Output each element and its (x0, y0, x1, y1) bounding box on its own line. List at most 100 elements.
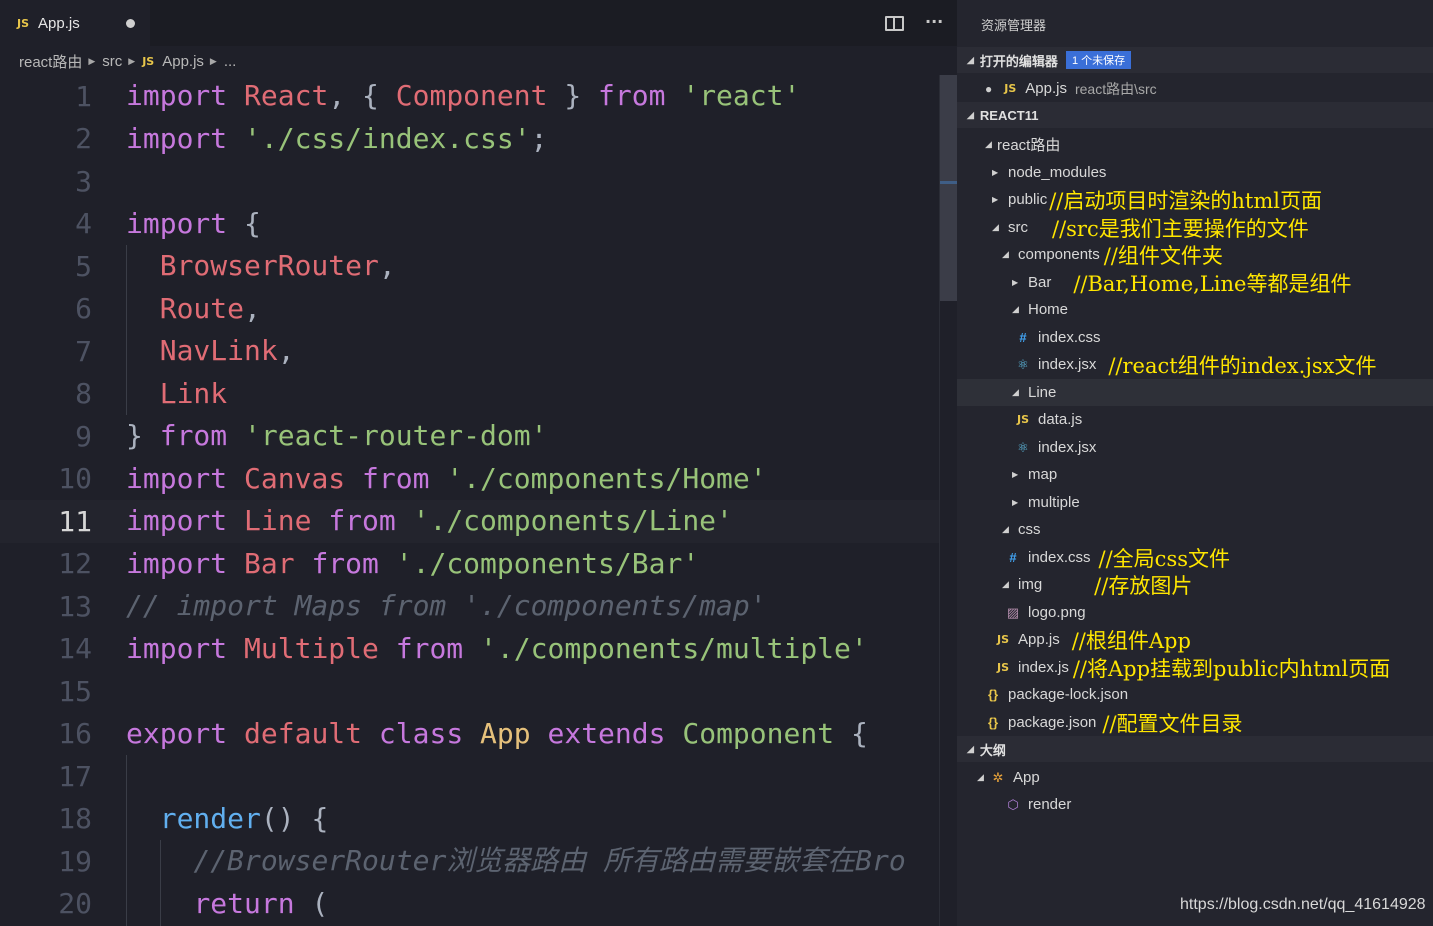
annotation-text: //组件文件夹 (1103, 243, 1223, 268)
tree-file-index-js[interactable]: JS index.js //将App挂载到public内html页面 (957, 654, 1433, 681)
tree-folder-node-modules[interactable]: ▶ node_modules (957, 159, 1433, 186)
line-number: 15 (58, 674, 92, 708)
code-line: 7 NavLink, (0, 330, 957, 373)
code-line: 4 import { (0, 203, 957, 246)
tree-folder-src[interactable]: ◢ src //src是我们主要操作的文件 (957, 214, 1433, 241)
tree-folder-line[interactable]: ◢ Line (957, 379, 1433, 406)
line-number: 3 (75, 164, 92, 198)
tree-file-home-jsx[interactable]: ⚛ index.jsx //react组件的index.jsx文件 (957, 351, 1433, 378)
line-number: 14 (58, 632, 92, 666)
chevron-down-icon: ◢ (985, 139, 992, 149)
tree-file-package-json[interactable]: {} package.json //配置文件目录 (957, 709, 1433, 736)
line-number: 18 (58, 802, 92, 836)
annotation-text: //Bar,Home,Line等都是组件 (1073, 271, 1352, 296)
chevron-right-icon: ▶ (209, 55, 217, 66)
js-file-icon: JS (1016, 413, 1029, 426)
tree-file-line-jsx[interactable]: ⚛ index.jsx (957, 434, 1433, 461)
tree-folder-img[interactable]: ◢ img //存放图片 (957, 571, 1433, 598)
annotation-text: //将App挂载到public内html页面 (1072, 656, 1391, 681)
code-line: 17 (0, 755, 957, 798)
breadcrumb-item[interactable]: App.js (162, 53, 204, 70)
tree-folder-css[interactable]: ◢ css (957, 516, 1433, 543)
line-number: 8 (75, 377, 92, 411)
tab-app-js[interactable]: JS App.js (0, 0, 150, 46)
open-editors-header[interactable]: ◢ 打开的编辑器 1 个未保存 (957, 47, 1433, 73)
line-number: 13 (58, 589, 92, 623)
tree-folder-public[interactable]: ▶ public //启动项目时渲染的html页面 (957, 186, 1433, 213)
tree-file-logo[interactable]: ▨ logo.png (957, 599, 1433, 626)
code-line: 14 import Multiple from './components/mul… (0, 628, 957, 671)
chevron-down-icon: ◢ (1002, 524, 1009, 534)
outline-item-app[interactable]: ◢ ✲ App (957, 764, 1433, 791)
tree-file-package-lock[interactable]: {} package-lock.json (957, 681, 1433, 708)
chevron-right-icon: ▶ (88, 55, 96, 66)
chevron-right-icon: ▶ (128, 55, 136, 66)
code-line: 5 BrowserRouter, (0, 245, 957, 288)
tree-folder-components[interactable]: ◢ components //组件文件夹 (957, 241, 1433, 268)
breadcrumb-item[interactable]: react路由 (19, 51, 82, 72)
tree-folder-react[interactable]: ◢ react路由 (957, 131, 1433, 158)
breadcrumb-item[interactable]: src (102, 53, 122, 70)
scrollbar-thumb[interactable] (940, 75, 957, 301)
tab-label: App.js (38, 14, 80, 32)
outline-item-render[interactable]: ⬡ render (957, 791, 1433, 818)
tree-folder-bar[interactable]: ▶ Bar //Bar,Home,Line等都是组件 (957, 269, 1433, 296)
code-area[interactable]: 1 import React, { Component } from 'react… (0, 75, 957, 926)
js-file-icon: JS (1004, 82, 1017, 95)
class-icon: ✲ (992, 769, 1004, 785)
tree-folder-multiple[interactable]: ▶ multiple (957, 489, 1433, 516)
tree-file-app-js[interactable]: JS App.js //根组件App (957, 626, 1433, 653)
unsaved-count-badge: 1 个未保存 (1065, 51, 1132, 69)
editor-pane: JS App.js ··· react路由 ▶ src ▶ JS App.js … (0, 0, 957, 926)
more-actions-icon[interactable]: ··· (925, 12, 943, 31)
line-number: 1 (75, 79, 92, 113)
css-file-icon: # (1019, 330, 1027, 345)
line-number: 20 (58, 887, 92, 921)
method-cube-icon: ⬡ (1007, 796, 1019, 812)
outline-header[interactable]: ◢ 大纲 (957, 736, 1433, 762)
watermark-url: https://blog.csdn.net/qq_41614928 (1180, 896, 1426, 913)
code-line: 6 Route, (0, 288, 957, 331)
line-number: 12 (58, 547, 92, 581)
chevron-down-icon: ◢ (967, 109, 974, 120)
scrollbar-cursor-marker (940, 181, 957, 184)
annotation-text: //启动项目时渲染的html页面 (1049, 188, 1322, 213)
tree-folder-home[interactable]: ◢ Home (957, 296, 1433, 323)
line-number: 11 (58, 504, 92, 538)
js-file-icon: JS (996, 661, 1009, 674)
image-file-icon: ▨ (1006, 604, 1020, 620)
unsaved-dot-icon[interactable] (126, 19, 135, 28)
tree-file-global-css[interactable]: # index.css //全局css文件 (957, 544, 1433, 571)
code-line: 12 import Bar from './components/Bar' (0, 543, 957, 586)
js-file-icon: JS (17, 16, 30, 30)
chevron-down-icon: ◢ (967, 54, 974, 65)
tree-folder-map[interactable]: ▶ map (957, 461, 1433, 488)
code-line: 18 render() { (0, 798, 957, 841)
chevron-down-icon: ◢ (967, 743, 974, 754)
js-file-icon: JS (142, 54, 155, 68)
annotation-text: //src是我们主要操作的文件 (1052, 216, 1309, 241)
annotation-text: //react组件的index.jsx文件 (1108, 353, 1377, 378)
code-line: 16 export default class App extends Compo… (0, 713, 957, 756)
code-line: 2 import './css/index.css'; (0, 118, 957, 161)
line-number: 19 (58, 844, 92, 878)
line-number: 5 (75, 249, 92, 283)
line-number: 6 (75, 292, 92, 326)
open-editor-item[interactable]: ● JS App.js react路由\src (957, 75, 1433, 102)
breadcrumb-item[interactable]: ... (224, 53, 237, 70)
line-number: 9 (75, 419, 92, 453)
chevron-down-icon: ◢ (977, 772, 984, 782)
line-number: 16 (58, 717, 92, 751)
project-header[interactable]: ◢ REACT11 (957, 102, 1433, 128)
split-editor-icon[interactable] (885, 16, 904, 31)
tree-file-home-css[interactable]: # index.css (957, 324, 1433, 351)
chevron-down-icon: ◢ (1012, 304, 1019, 314)
chevron-down-icon: ◢ (992, 222, 999, 232)
annotation-text: //根组件App (1071, 628, 1191, 653)
chevron-right-icon: ▶ (1012, 278, 1019, 287)
tree-file-line-data[interactable]: JS data.js (957, 406, 1433, 433)
line-number: 4 (75, 207, 92, 241)
unsaved-dot-icon[interactable]: ● (985, 82, 992, 96)
code-line-current: 11 import Line from './components/Line' (0, 500, 957, 543)
code-line: 20 return ( (0, 883, 957, 926)
